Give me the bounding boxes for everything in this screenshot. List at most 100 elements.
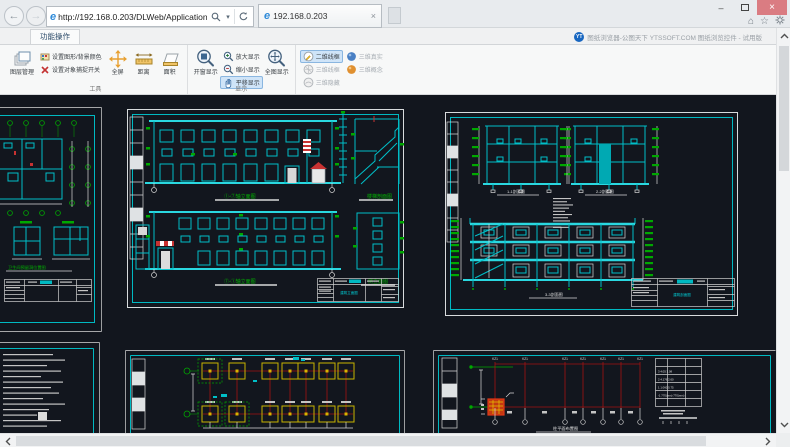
sheet-elevations: ①-⑦轴立面图 楼梯剖面图 ⑦-①轴立面图	[127, 109, 404, 308]
level-table: 3 4.05 3.08 2 4.176 2.60 1 1.060 5.75 -1…	[656, 359, 702, 425]
zoom-extents-label: 全图显示	[265, 70, 289, 77]
hidden-3d-icon	[303, 77, 314, 88]
svg-text:KZ1: KZ1	[600, 357, 606, 361]
forward-icon: →	[31, 10, 42, 22]
wireframe-3d-button[interactable]: 三维线框	[300, 63, 343, 76]
sheet-caption: 卫生间预留洞位置图	[8, 264, 46, 271]
divider	[234, 9, 235, 24]
wireframe-2d-button[interactable]: 二维线框	[300, 50, 343, 63]
zoom-in-button[interactable]: 放大显示	[220, 50, 263, 63]
ribbon-tab-operations[interactable]: 功能操作	[30, 29, 80, 44]
detail-strip	[132, 359, 145, 429]
vertical-scrollbar[interactable]	[776, 28, 790, 433]
browser-window: ← → e http://192.168.0.203/DLWeb/Applica…	[0, 0, 790, 447]
svg-text:KZ1: KZ1	[637, 357, 643, 361]
maximize-button[interactable]	[733, 0, 757, 15]
home-icon[interactable]: ⌂	[748, 16, 754, 27]
search-icon[interactable]	[209, 8, 222, 25]
svg-text:-1 770(mm) 770(mm): -1 770(mm) 770(mm)	[658, 394, 684, 398]
distance-button[interactable]: 距离	[131, 47, 157, 77]
browser-tab[interactable]: e 192.168.0.203 ×	[258, 4, 382, 28]
group-tools: 图层管理 设置图形/背景颜色 设置对象捕捉开关	[4, 45, 188, 94]
area-button[interactable]: 面积	[157, 47, 183, 77]
app-logo-icon: YT	[574, 32, 584, 42]
visual-style-col1: 二维线框 三维线框 三维隐藏	[300, 47, 343, 89]
fullscreen-label: 全屏	[112, 70, 124, 77]
axis-bubbles-bottom	[493, 408, 643, 424]
visual-style-col2: 三维真实 三维概念	[343, 47, 386, 76]
tab-close-icon[interactable]: ×	[371, 11, 376, 21]
close-button[interactable]: ×	[757, 0, 787, 15]
detail-plan-2	[52, 221, 90, 259]
minimize-button[interactable]: –	[709, 0, 733, 15]
svg-text:1 1.060 5.75: 1 1.060 5.75	[658, 386, 674, 390]
wireframe-2d-icon	[303, 51, 314, 62]
svg-text:KZ1: KZ1	[522, 357, 528, 361]
zoom-window-label: 开窗显示	[194, 70, 218, 77]
back-icon: ←	[9, 10, 20, 22]
svg-text:2 4.176 2.60: 2 4.176 2.60	[658, 378, 674, 382]
zoom-window-button[interactable]: 开窗显示	[192, 47, 220, 77]
sheet-notes	[0, 342, 100, 433]
column-grid	[495, 362, 640, 408]
vertical-scroll-thumb[interactable]	[779, 46, 789, 171]
scroll-up-icon[interactable]	[777, 29, 790, 43]
favorites-icon[interactable]: ☆	[760, 16, 769, 27]
conceptual-3d-label: 三维概念	[359, 65, 383, 74]
scroll-left-icon[interactable]	[1, 434, 15, 447]
window-controls: – ×	[709, 0, 787, 15]
url-text: http://192.168.0.203/DLWeb/Application/Y…	[58, 12, 207, 22]
zoom-out-label: 缩小显示	[236, 65, 260, 74]
title-block-name: 建筑立面图	[340, 290, 358, 295]
set-osnap-button[interactable]: 设置对象捕捉开关	[36, 63, 105, 76]
settings-gear-icon[interactable]	[775, 15, 785, 28]
zoom-out-icon	[223, 64, 234, 75]
section-1: 1-1剖面图	[472, 126, 571, 195]
dropdown-icon[interactable]: ▾	[224, 8, 232, 25]
scroll-right-icon[interactable]	[761, 434, 775, 447]
realistic-3d-button[interactable]: 三维真实	[343, 50, 386, 63]
wireframe-3d-label: 三维线框	[316, 65, 340, 74]
layer-manage-button[interactable]: 图层管理	[8, 47, 36, 77]
scroll-down-icon[interactable]	[777, 418, 790, 432]
cad-viewport[interactable]: 卫生间预留洞位置图	[0, 95, 776, 433]
osnap-x-icon	[39, 64, 50, 75]
trial-banner: YT 图纸浏览器-公图天下 YTSSOFT.COM 图纸浏览控件 - 试用版	[574, 32, 762, 42]
footings-row-2	[202, 401, 354, 422]
group-visual-style: 二维线框 三维线框 三维隐藏	[296, 45, 390, 94]
refresh-icon[interactable]	[237, 8, 250, 25]
section-2: 2-2剖面图	[560, 126, 659, 195]
axis-bubbles-top	[8, 121, 77, 137]
set-bg-color-button[interactable]: 设置图形/背景颜色	[36, 50, 105, 63]
layer-manage-label: 图层管理	[10, 70, 34, 77]
back-button[interactable]: ←	[4, 6, 24, 26]
fullscreen-button[interactable]: 全屏	[105, 47, 131, 77]
hidden-3d-button[interactable]: 三维隐藏	[300, 76, 343, 89]
browser-titlebar: ← → e http://192.168.0.203/DLWeb/Applica…	[0, 0, 790, 28]
zoom-out-button[interactable]: 缩小显示	[220, 63, 263, 76]
realistic-3d-label: 三维真实	[359, 52, 383, 61]
title-block	[5, 280, 92, 302]
tools-small-buttons: 设置图形/背景颜色 设置对象捕捉开关	[36, 47, 105, 76]
forward-button[interactable]: →	[26, 6, 46, 26]
maximize-icon	[741, 4, 749, 11]
ribbon-body: 图层管理 设置图形/背景颜色 设置对象捕捉开关	[0, 44, 776, 95]
zoom-extents-button[interactable]: 全图显示	[263, 47, 291, 77]
caption-section-2: 2-2剖面图	[596, 188, 614, 194]
conceptual-3d-button[interactable]: 三维概念	[343, 63, 386, 76]
main-section: 3-3剖面图	[451, 218, 653, 298]
sheet-sections: 1-1剖面图 2-2剖面图	[445, 112, 738, 316]
display-small-buttons: 放大显示 缩小显示 平移显示	[220, 47, 263, 89]
detail-strip	[442, 358, 457, 428]
svg-text:KZ1: KZ1	[562, 357, 568, 361]
address-bar[interactable]: e http://192.168.0.203/DLWeb/Application…	[46, 6, 254, 27]
new-tab-button[interactable]	[388, 7, 401, 24]
horizontal-scrollbar[interactable]	[0, 433, 776, 447]
ie-icon: e	[50, 12, 56, 22]
horizontal-scroll-thumb[interactable]	[16, 436, 706, 446]
zoom-extents-icon	[266, 48, 288, 69]
wireframe-2d-label: 二维线框	[316, 52, 340, 61]
tab-title: 192.168.0.203	[273, 11, 327, 21]
svg-text:KZ1: KZ1	[492, 357, 498, 361]
svg-text:KZ1: KZ1	[580, 357, 586, 361]
